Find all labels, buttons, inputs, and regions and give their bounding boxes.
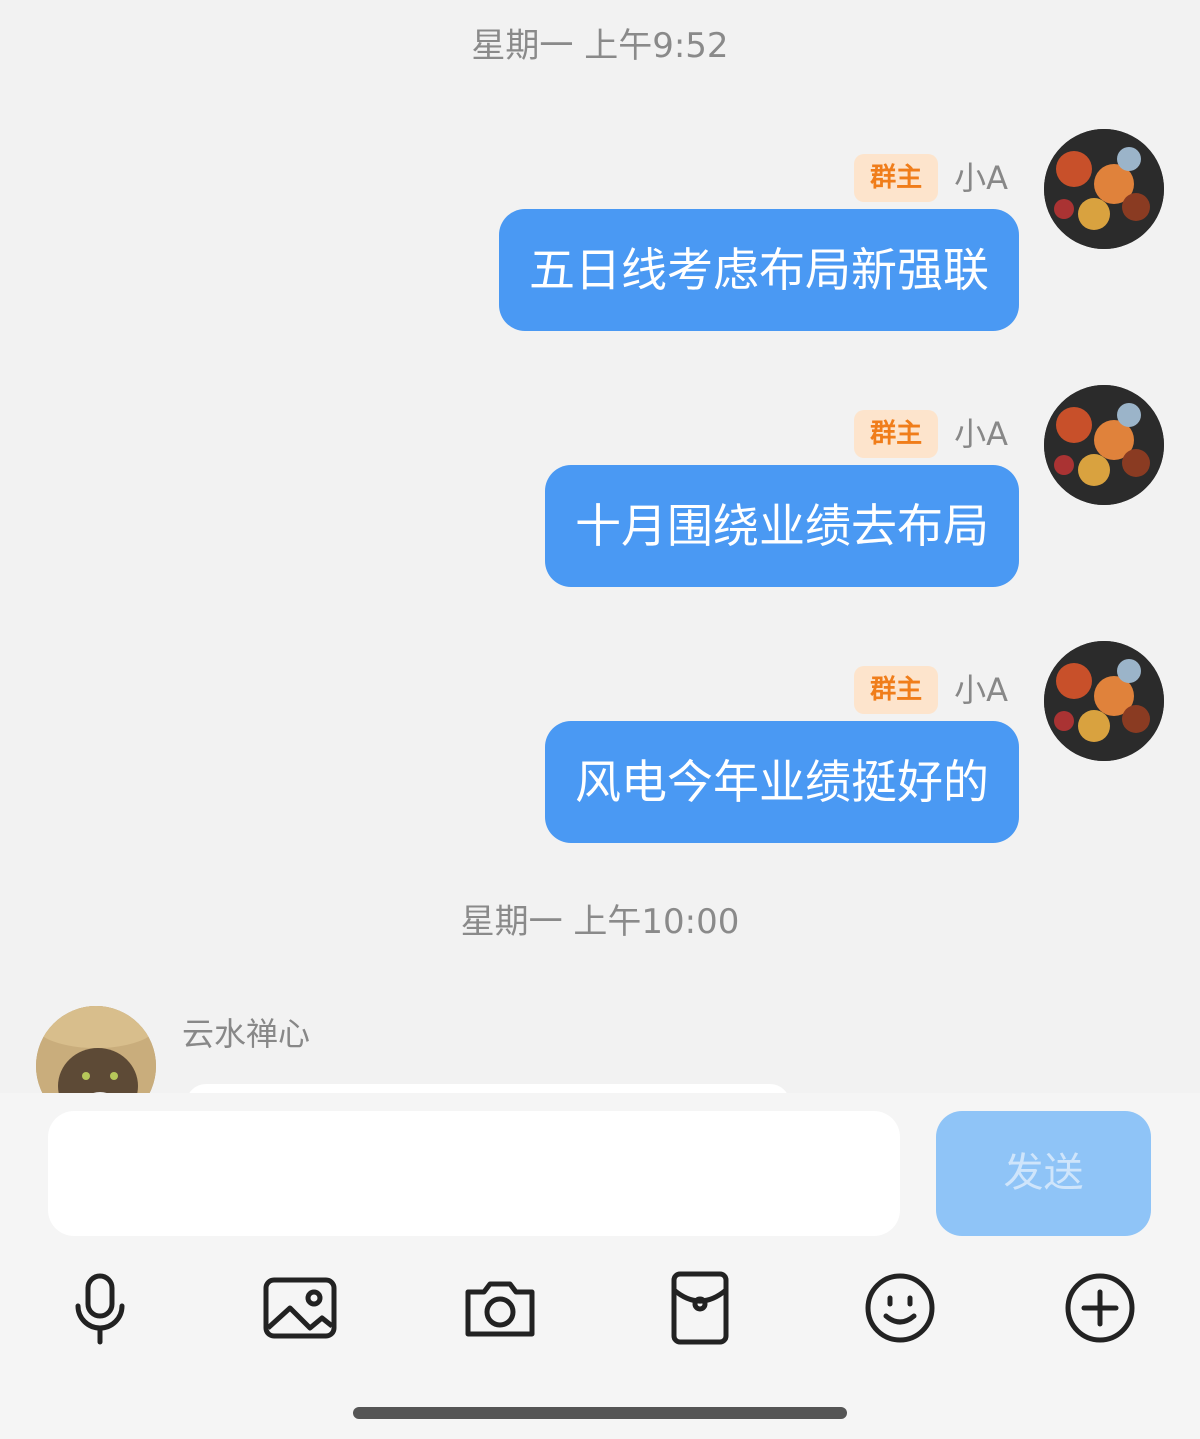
sender-name: 小A — [954, 415, 1008, 453]
avatar[interactable] — [1044, 385, 1164, 505]
send-button[interactable]: 发送 — [936, 1111, 1151, 1236]
sender-name: 小A — [954, 159, 1008, 197]
red-packet-icon[interactable] — [660, 1265, 740, 1351]
message-meta: 群主 小A — [854, 665, 1008, 715]
timestamp: 星期一 上午10:00 — [460, 902, 740, 942]
toolbar — [0, 1265, 1200, 1351]
image-icon[interactable] — [260, 1265, 340, 1351]
message-meta: 群主 小A — [854, 409, 1008, 459]
owner-badge: 群主 — [854, 410, 939, 458]
sender-name: 云水禅心 — [182, 1015, 311, 1053]
owner-badge: 群主 — [854, 154, 939, 202]
avatar[interactable] — [1044, 641, 1164, 761]
message-outgoing: 群主 小A 十月围绕业绩去布局 — [0, 385, 1200, 629]
avatar[interactable] — [1044, 129, 1164, 249]
message-bubble[interactable]: 风电今年业绩挺好的 — [545, 721, 1019, 843]
message-input[interactable] — [48, 1111, 900, 1236]
message-list[interactable]: 星期一 上午9:52 群主 小A 五日线考虑布局新强联 群主 小A 十月围绕业绩… — [0, 0, 1200, 1093]
message-outgoing: 群主 小A 五日线考虑布局新强联 — [0, 129, 1200, 373]
camera-icon[interactable] — [460, 1265, 540, 1351]
message-bubble[interactable]: 五日线考虑布局新强联 — [499, 209, 1019, 331]
plus-icon[interactable] — [1060, 1265, 1140, 1351]
message-incoming: 云水禅心 — [0, 1006, 1200, 1093]
home-indicator[interactable] — [353, 1407, 847, 1419]
input-bar: 发送 — [0, 1093, 1200, 1439]
message-outgoing: 群主 小A 风电今年业绩挺好的 — [0, 641, 1200, 885]
microphone-icon[interactable] — [60, 1265, 140, 1351]
sender-name: 小A — [954, 671, 1008, 709]
message-bubble[interactable] — [186, 1084, 790, 1093]
timestamp: 星期一 上午9:52 — [471, 26, 729, 66]
owner-badge: 群主 — [854, 666, 939, 714]
chat-screen: 星期一 上午9:52 群主 小A 五日线考虑布局新强联 群主 小A 十月围绕业绩… — [0, 0, 1200, 1439]
emoji-icon[interactable] — [860, 1265, 940, 1351]
message-meta: 群主 小A — [854, 153, 1008, 203]
message-bubble[interactable]: 十月围绕业绩去布局 — [545, 465, 1019, 587]
avatar[interactable] — [36, 1006, 156, 1093]
